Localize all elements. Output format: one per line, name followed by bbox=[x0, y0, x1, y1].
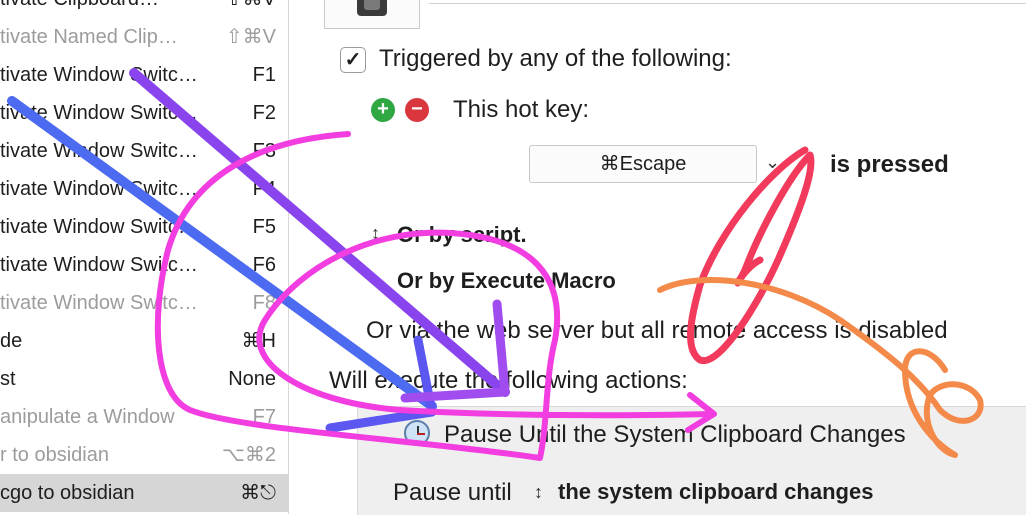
or-by-execute-macro-popup[interactable]: Or by Execute Macro bbox=[397, 268, 616, 294]
macro-list-item[interactable]: tivate Window Switc… F5 bbox=[0, 208, 288, 246]
macro-hotkey: F2 bbox=[252, 102, 276, 124]
macro-hotkey: F3 bbox=[252, 140, 276, 162]
macro-hotkey: ⌘H bbox=[241, 330, 276, 352]
macro-name: tivate Window Switc… bbox=[0, 292, 198, 314]
macro-name: de bbox=[0, 330, 23, 352]
macro-list-item-selected[interactable]: cgo to obsidian ⌘⎋ bbox=[0, 474, 288, 512]
minus-circle-icon[interactable]: − bbox=[405, 98, 429, 122]
plus-circle-icon[interactable]: + bbox=[371, 98, 395, 122]
action-panel[interactable]: Pause Until the System Clipboard Changes… bbox=[357, 406, 1026, 515]
macro-name: cgo to obsidian bbox=[0, 482, 135, 504]
chevron-updown-icon[interactable]: ↕ bbox=[371, 269, 380, 290]
macro-list: tivate Clipboard… ⇧⌘V tivate Named Clip…… bbox=[0, 0, 289, 514]
pause-until-popup[interactable]: the system clipboard changes bbox=[558, 479, 873, 505]
web-server-note: Or via the web server but all remote acc… bbox=[366, 317, 948, 344]
macro-hotkey: F5 bbox=[252, 216, 276, 238]
macro-name: tivate Window Switc… bbox=[0, 140, 198, 162]
hotkey-field[interactable]: ⌘Escape bbox=[529, 145, 757, 183]
macro-hotkey: F8 bbox=[252, 292, 276, 314]
macro-list-item[interactable]: tivate Window Switc… F8 bbox=[0, 284, 288, 322]
macro-name: anipulate a Window bbox=[0, 406, 175, 428]
macro-hotkey: ⌥⌘2 bbox=[221, 444, 276, 466]
clock-icon bbox=[404, 420, 430, 446]
macro-name: tivate Window Switc… bbox=[0, 216, 198, 238]
actions-heading: Will execute the following actions: bbox=[329, 367, 688, 394]
macro-list-item[interactable]: r to obsidian ⌥⌘2 bbox=[0, 436, 288, 474]
divider bbox=[429, 3, 1026, 4]
macro-list-item[interactable]: de ⌘H bbox=[0, 322, 288, 360]
macro-hotkey: ⇧⌘V bbox=[225, 26, 276, 48]
pressed-popup[interactable]: is pressed bbox=[830, 151, 949, 179]
macro-list-item[interactable]: tivate Window Switc… F2 bbox=[0, 94, 288, 132]
macro-list-item[interactable]: tivate Window Switc… F3 bbox=[0, 132, 288, 170]
chevron-updown-icon[interactable]: ↕ bbox=[371, 223, 380, 244]
macro-list-item[interactable]: anipulate a Window F7 bbox=[0, 398, 288, 436]
triggered-checkbox[interactable]: ✓ bbox=[340, 47, 366, 73]
macro-name: tivate Window Switc… bbox=[0, 102, 198, 124]
camera-icon bbox=[357, 0, 387, 16]
macro-name: tivate Window Switc… bbox=[0, 254, 198, 276]
macro-name: st bbox=[0, 368, 16, 390]
hotkey-label: This hot key: bbox=[453, 96, 590, 123]
macro-name: tivate Named Clip… bbox=[0, 26, 178, 48]
action-title: Pause Until the System Clipboard Changes bbox=[444, 421, 906, 448]
macro-name: tivate Window Switc… bbox=[0, 64, 198, 86]
macro-hotkey: ⌘⎋ bbox=[240, 482, 276, 504]
pause-until-label: Pause until bbox=[393, 479, 512, 506]
macro-list-item[interactable]: tivate Clipboard… ⇧⌘V bbox=[0, 0, 288, 18]
macro-hotkey: F7 bbox=[252, 406, 276, 428]
chevron-updown-icon[interactable]: ↕ bbox=[534, 482, 543, 503]
macro-hotkey: ⇧⌘V bbox=[226, 0, 276, 18]
macro-name: tivate Window Switc… bbox=[0, 178, 198, 200]
macro-editor: ✓ Triggered by any of the following: + −… bbox=[289, 0, 1026, 515]
macro-list-item[interactable]: tivate Window Switc… F1 bbox=[0, 56, 288, 94]
macro-list-item[interactable]: tivate Window Switc… F6 bbox=[0, 246, 288, 284]
macro-list-item[interactable]: tivate Window Switc… F4 bbox=[0, 170, 288, 208]
or-by-script-popup[interactable]: Or by script. bbox=[397, 222, 527, 248]
macro-list-item[interactable]: tivate Named Clip… ⇧⌘V bbox=[0, 18, 288, 56]
macro-list-item[interactable]: st None bbox=[0, 360, 288, 398]
macro-hotkey: F4 bbox=[252, 178, 276, 200]
macro-name: tivate Clipboard… bbox=[0, 0, 159, 18]
chevron-updown-icon[interactable]: ↕ bbox=[805, 151, 814, 172]
macro-icon-well[interactable] bbox=[324, 0, 420, 29]
chevron-down-icon[interactable]: ⌄ bbox=[765, 152, 780, 173]
triggered-label: Triggered by any of the following: bbox=[379, 45, 732, 72]
macro-hotkey: F6 bbox=[252, 254, 276, 276]
macro-hotkey: F1 bbox=[252, 64, 276, 86]
macro-hotkey: None bbox=[228, 368, 276, 390]
macro-name: r to obsidian bbox=[0, 444, 109, 466]
